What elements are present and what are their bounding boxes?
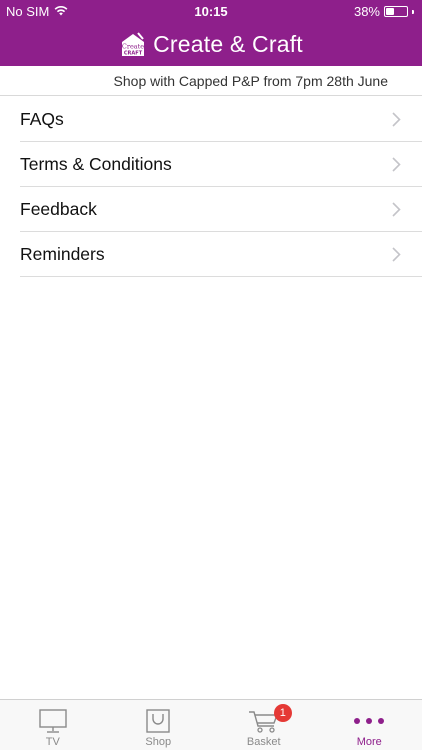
tab-label: TV <box>45 736 60 748</box>
tab-tv[interactable]: TV <box>0 700 106 750</box>
tab-more[interactable]: More <box>317 700 422 750</box>
menu-item-label: Feedback <box>20 198 97 219</box>
app-header: No SIM 10:15 38% Create CRAFT Create & C… <box>0 0 422 66</box>
menu-item-faqs[interactable]: FAQs <box>20 97 422 142</box>
more-dots-icon <box>352 707 386 735</box>
app-title: Create & Craft <box>153 30 303 57</box>
menu-item-label: Terms & Conditions <box>20 153 172 174</box>
tab-label: Shop <box>145 736 172 748</box>
create-and-craft-logo-icon: Create CRAFT <box>119 30 147 58</box>
menu-item-feedback[interactable]: Feedback <box>20 187 422 232</box>
chevron-right-icon <box>386 246 406 262</box>
shopping-bag-icon <box>145 707 171 735</box>
promo-banner[interactable]: Shop with Capped P&P from 7pm 28th June <box>0 66 422 96</box>
svg-text:CRAFT: CRAFT <box>124 51 143 57</box>
battery-indicator: 38% <box>354 4 414 19</box>
menu-item-reminders[interactable]: Reminders <box>20 232 422 277</box>
cart-icon: 1 <box>248 704 292 735</box>
status-bar: No SIM 10:15 38% <box>0 0 422 22</box>
tab-basket[interactable]: 1 Basket <box>211 700 317 750</box>
chevron-right-icon <box>386 156 406 172</box>
tab-shop[interactable]: Shop <box>106 700 212 750</box>
app-bar: Create CRAFT Create & Craft <box>0 22 422 66</box>
promo-banner-text: Shop with Capped P&P from 7pm 28th June <box>113 73 388 89</box>
basket-count-badge: 1 <box>273 704 292 722</box>
chevron-right-icon <box>386 201 406 217</box>
tab-label: Basket <box>246 736 281 748</box>
tab-bar: TV Shop 1 Basket More <box>0 699 422 750</box>
tv-icon <box>38 707 68 735</box>
menu-item-terms[interactable]: Terms & Conditions <box>20 142 422 187</box>
menu-item-label: FAQs <box>20 108 64 129</box>
battery-icon <box>384 6 408 17</box>
menu-item-label: Reminders <box>20 243 105 264</box>
battery-percent: 38% <box>353 4 380 19</box>
more-menu-list: FAQs Terms & Conditions Feedback Reminde… <box>20 97 422 277</box>
svg-text:Create: Create <box>122 43 144 51</box>
tab-label: More <box>356 736 382 748</box>
chevron-right-icon <box>386 111 406 127</box>
